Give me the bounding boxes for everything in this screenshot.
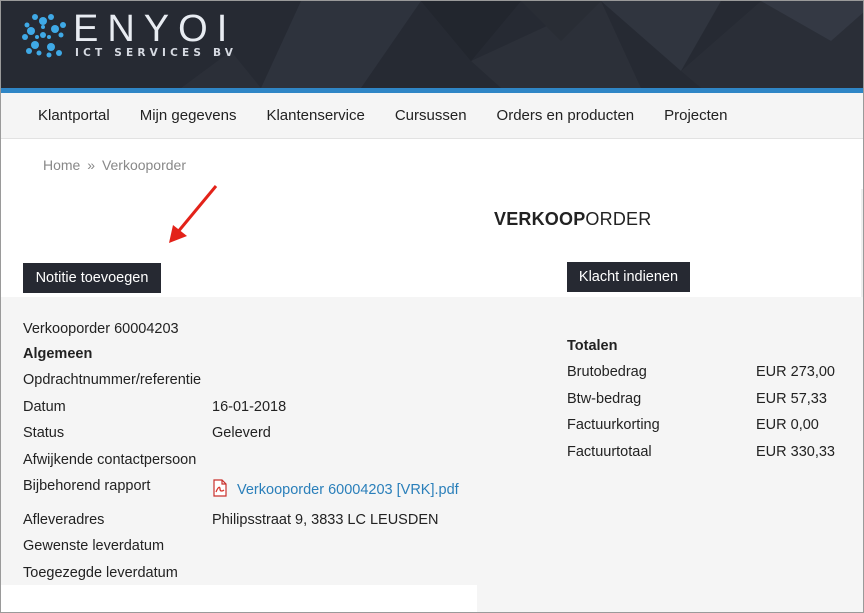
field-label-address: Afleveradres [23,512,105,528]
field-label-reference: Opdrachtnummer/referentie [23,372,202,388]
field-label-desired-delivery: Gewenste leverdatum [23,538,165,554]
field-value-date: 16-01-2018 [212,399,287,415]
nav-item-mijn-gegevens[interactable]: Mijn gegevens [125,107,252,124]
company-logo[interactable]: ENYOI ICT SERVICES BV [21,9,241,64]
totals-value-total: EUR 330,33 [756,444,835,460]
field-label-report: Bijbehorend rapport [23,478,151,494]
page-title-bold: VERKOOP [494,209,586,229]
page-title-rest: ORDER [585,209,652,229]
totals-heading: Totalen [567,338,618,354]
logo-wordmark: ENYOI [73,8,237,50]
field-label-status: Status [23,425,65,441]
logo-subtitle: ICT SERVICES BV [75,47,238,59]
section-general: Algemeen [23,346,93,362]
field-label-date: Datum [23,399,66,415]
pdf-file-icon [213,479,227,497]
nav-item-klantportal[interactable]: Klantportal [23,107,125,124]
totals-label-vat: Btw-bedrag [567,391,642,407]
nav-item-klantenservice[interactable]: Klantenservice [251,107,379,124]
snowflake-logo-icon [22,14,66,58]
complaint-button[interactable]: Klacht indienen [567,262,690,292]
field-value-status: Geleverd [212,425,271,441]
totals-label-discount: Factuurkorting [567,417,660,433]
field-value-address: Philipsstraat 9, 3833 LC LEUSDEN [212,512,439,528]
panel-edge [861,189,863,297]
totals-label-total: Factuurtotaal [567,444,652,460]
add-note-button[interactable]: Notitie toevoegen [23,263,161,293]
field-label-promised-delivery: Toegezegde leverdatum [23,565,178,581]
totals-value-vat: EUR 57,33 [756,391,827,407]
order-heading: Verkooporder 60004203 [23,321,179,337]
breadcrumb-current: Verkooporder [101,157,186,173]
red-arrow-icon [169,185,218,243]
page-frame: ENYOI ICT SERVICES BV Klantportal Mijn g… [0,0,864,613]
page-title: VERKOOPORDER [494,209,651,230]
main-navigation: Klantportal Mijn gegevens Klantenservice… [1,93,863,139]
nav-item-projecten[interactable]: Projecten [649,107,742,124]
report-pdf-link[interactable]: Verkooporder 60004203 [VRK].pdf [237,482,459,498]
totals-value-discount: EUR 0,00 [756,417,819,433]
breadcrumb-separator: » [87,157,96,173]
field-label-contact: Afwijkende contactpersoon [23,452,197,468]
nav-item-cursussen[interactable]: Cursussen [380,107,482,124]
nav-item-orders-en-producten[interactable]: Orders en producten [482,107,650,124]
totals-value-gross: EUR 273,00 [756,364,835,380]
site-header: ENYOI ICT SERVICES BV [1,1,863,88]
totals-label-gross: Brutobedrag [567,364,647,380]
breadcrumb: Home » Verkooporder [43,157,186,173]
breadcrumb-home-link[interactable]: Home [43,157,80,173]
